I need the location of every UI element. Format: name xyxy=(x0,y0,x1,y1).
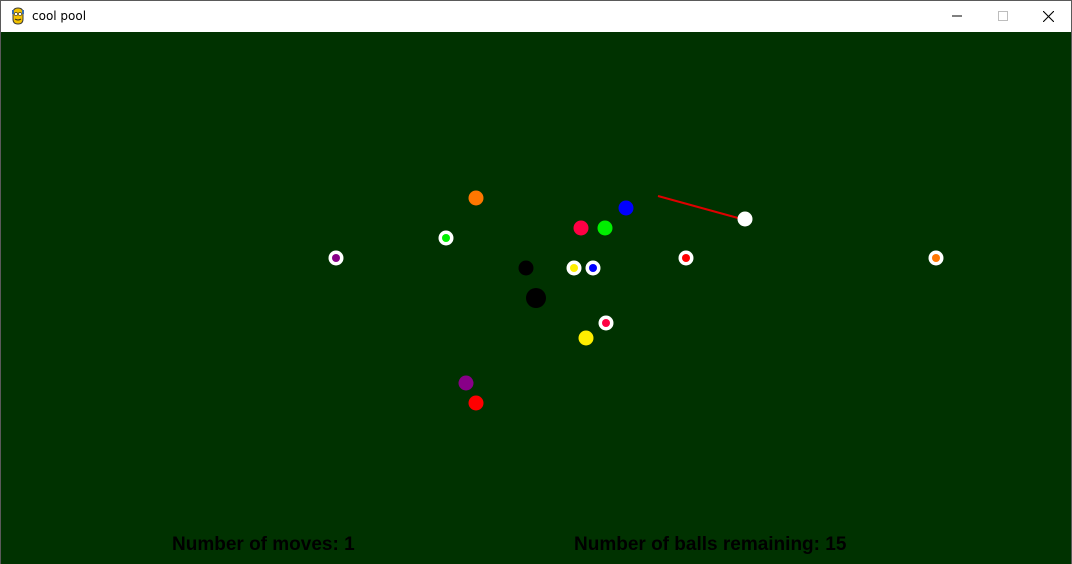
close-button[interactable] xyxy=(1025,1,1071,31)
red-stripe-ball xyxy=(678,250,694,266)
orange-stripe-ball xyxy=(928,250,944,266)
yellow-solid-ball xyxy=(578,330,594,346)
blue-stripe-ball xyxy=(585,260,601,276)
cue-ball[interactable] xyxy=(737,211,753,227)
crimson-stripe-ball xyxy=(598,315,614,331)
orange-solid-ball xyxy=(468,190,484,206)
maximize-icon xyxy=(998,11,1008,21)
pygame-snake-icon xyxy=(12,7,24,25)
crimson-solid-ball xyxy=(573,220,589,236)
window-title: cool pool xyxy=(32,9,87,23)
close-icon xyxy=(1042,10,1054,22)
pool-table[interactable]: Number of moves: 1 Number of balls remai… xyxy=(1,32,1071,564)
maximize-button[interactable] xyxy=(980,1,1026,31)
yellow-stripe-ball xyxy=(566,260,582,276)
table-surface[interactable] xyxy=(1,32,1071,564)
blue-solid-ball xyxy=(618,200,634,216)
cue-stick[interactable] xyxy=(657,195,739,219)
game-window: cool pool Number of moves: 1 Number of b… xyxy=(0,0,1072,564)
minimize-button[interactable] xyxy=(934,1,980,31)
black-solid-ball xyxy=(518,260,534,276)
pocket xyxy=(526,288,546,308)
minimize-icon xyxy=(952,15,962,17)
purple-stripe-ball xyxy=(328,250,344,266)
red-solid-ball xyxy=(468,395,484,411)
title-bar[interactable]: cool pool xyxy=(1,1,1071,31)
balls-remaining-counter: Number of balls remaining: 15 xyxy=(574,534,847,555)
green-solid-ball xyxy=(597,220,613,236)
purple-solid-ball xyxy=(458,375,474,391)
green-stripe-ball xyxy=(438,230,454,246)
moves-counter: Number of moves: 1 xyxy=(172,534,355,555)
